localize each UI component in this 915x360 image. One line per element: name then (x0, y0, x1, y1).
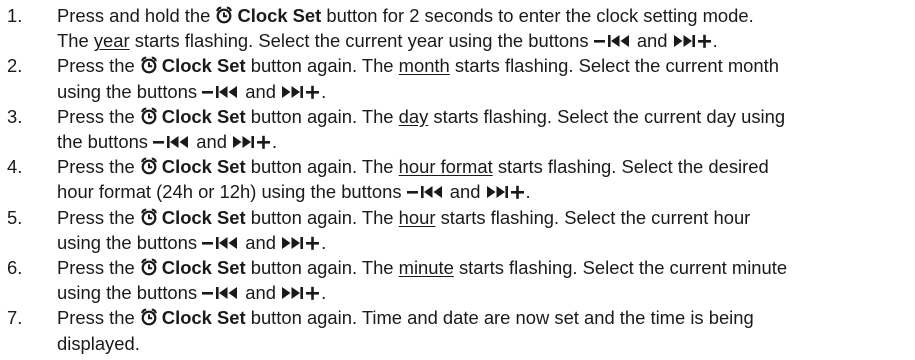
step-item: 7. Press the Clock Set button again. Time… (0, 305, 900, 355)
step-text: starts flashing. Select the current day … (428, 105, 786, 127)
minus-previous-button-icon (593, 28, 632, 53)
alarm-clock-icon (140, 308, 158, 326)
step-text: button for 2 seconds to enter the clock … (321, 5, 754, 26)
step-text: Press the (57, 206, 140, 228)
step-number: 6. (7, 257, 23, 279)
step-text: using the buttons (57, 282, 203, 304)
step-text: . (321, 80, 327, 102)
flashing-field-name: month (398, 55, 450, 77)
next-plus-button-icon (673, 28, 713, 53)
step-text: Press the (57, 105, 140, 127)
instruction-steps-list: 1. Press and hold the Clock Set button fo… (0, 3, 900, 356)
step-text: button again. The (245, 55, 399, 77)
flashing-field-name: hour (398, 206, 436, 228)
next-plus-button-icon (232, 129, 272, 154)
step-text: Press the (57, 307, 140, 329)
step-text: button again. Time and date are now set … (245, 307, 754, 329)
clock-set-button-label: Clock Set (161, 307, 246, 329)
minus-previous-button-icon (202, 79, 240, 104)
minus-previous-button-icon (202, 230, 240, 255)
step-text: starts flashing. Select the current hour (435, 206, 751, 228)
alarm-clock-icon (215, 6, 233, 24)
step-item: 4. Press the Clock Set button again. The … (0, 154, 900, 204)
step-text: starts flashing. Select the current year… (129, 30, 594, 52)
clock-set-button-label: Clock Set (161, 105, 246, 127)
step-number: 1. (7, 5, 23, 26)
step-text: . (525, 181, 531, 203)
step-number: 2. (7, 55, 23, 77)
alarm-clock-icon (140, 107, 158, 125)
step-number: 3. (7, 105, 23, 127)
step-item: 3. Press the Clock Set button again. The … (0, 104, 900, 154)
clock-set-button-label: Clock Set (161, 55, 246, 77)
next-plus-button-icon (281, 280, 321, 305)
step-text: and (444, 181, 486, 203)
step-text: using the buttons (57, 80, 203, 102)
step-text: The (57, 30, 94, 52)
step-text: Press the (57, 156, 140, 178)
alarm-clock-icon (140, 258, 158, 276)
step-text: button again. The (245, 206, 399, 228)
step-text: using the buttons (57, 231, 203, 253)
step-text: and (240, 80, 282, 102)
step-text: Press and hold the (57, 5, 216, 26)
flashing-field-name: minute (398, 257, 454, 279)
next-plus-button-icon (486, 179, 526, 204)
minus-previous-button-icon (153, 129, 191, 154)
step-number: 7. (7, 307, 23, 329)
step-text: displayed. (57, 332, 140, 354)
step-text: . (272, 131, 278, 153)
alarm-clock-icon (140, 157, 158, 175)
step-number: 5. (7, 206, 23, 228)
step-text: Press the (57, 55, 140, 77)
clock-set-button-label: Clock Set (237, 5, 322, 26)
step-text: hour format (24h or 12h) using the butto… (57, 181, 407, 203)
alarm-clock-icon (140, 208, 158, 226)
step-text: Press the (57, 257, 140, 279)
step-text: and (191, 131, 233, 153)
flashing-field-name: year (93, 30, 130, 52)
step-item: 1. Press and hold the Clock Set button fo… (0, 3, 900, 53)
step-text: starts flashing. Select the current minu… (453, 257, 788, 279)
step-text: the buttons (57, 131, 154, 153)
step-text: and (240, 231, 282, 253)
next-plus-button-icon (281, 230, 321, 255)
step-text: starts flashing. Select the current mont… (449, 55, 779, 77)
step-text: . (321, 231, 327, 253)
flashing-field-name: day (398, 105, 429, 127)
step-item: 6. Press the Clock Set button again. The … (0, 255, 900, 305)
minus-previous-button-icon (202, 280, 240, 305)
clock-set-button-label: Clock Set (161, 257, 246, 279)
step-item: 5. Press the Clock Set button again. The … (0, 205, 900, 255)
step-text: button again. The (245, 156, 399, 178)
next-plus-button-icon (281, 79, 321, 104)
alarm-clock-icon (140, 56, 158, 74)
minus-previous-button-icon (406, 179, 445, 204)
step-item: 2. Press the Clock Set button again. The … (0, 53, 900, 103)
step-text: button again. The (245, 105, 399, 127)
step-text: and (631, 30, 673, 52)
step-text: and (240, 282, 282, 304)
clock-set-button-label: Clock Set (161, 206, 246, 228)
step-text: . (321, 282, 327, 304)
clock-set-button-label: Clock Set (161, 156, 246, 178)
step-text: . (712, 30, 718, 52)
step-number: 4. (7, 156, 23, 178)
step-text: starts flashing. Select the desired (492, 156, 769, 178)
step-text: button again. The (245, 257, 399, 279)
flashing-field-name: hour format (398, 156, 493, 178)
